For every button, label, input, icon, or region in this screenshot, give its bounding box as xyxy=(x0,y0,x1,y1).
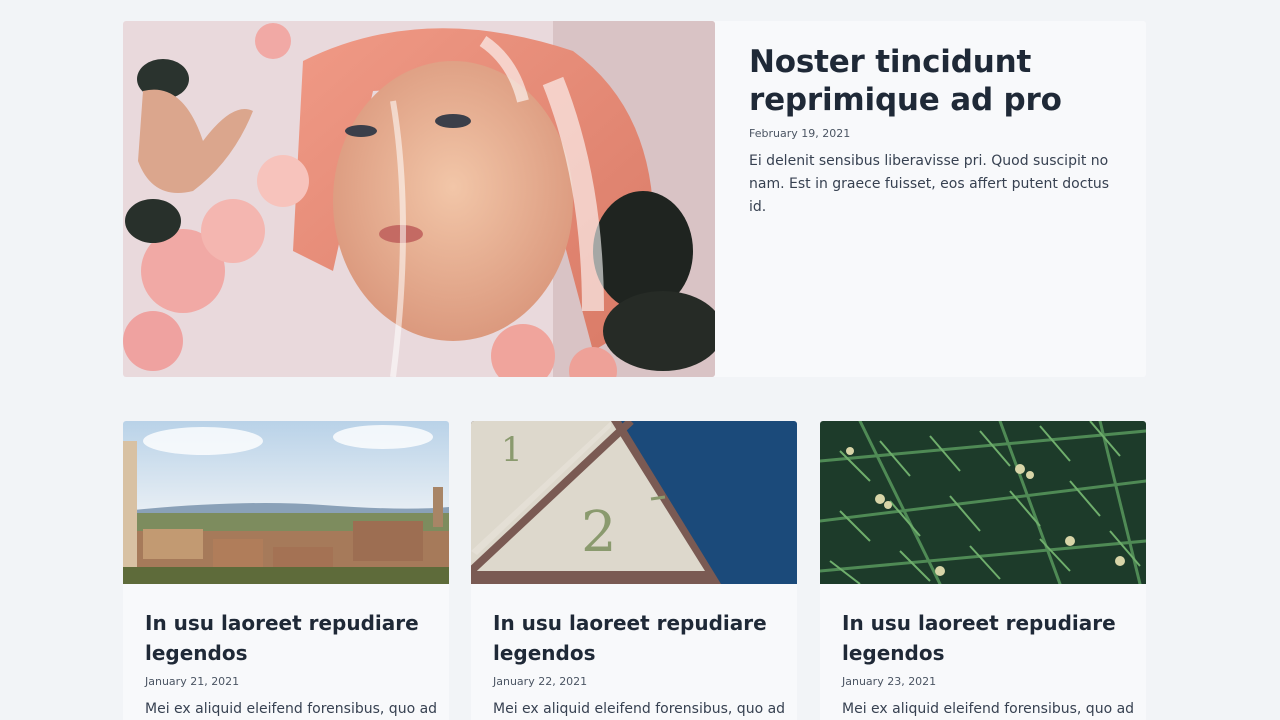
post-card[interactable]: In usu laoreet repudiare legendos Januar… xyxy=(123,421,449,720)
post-card-excerpt: Mei ex aliquid eleifend forensibus, quo … xyxy=(842,701,1135,717)
featured-post-body: Noster tincidunt reprimique ad pro Febru… xyxy=(715,21,1146,377)
portrait-photo xyxy=(123,21,715,377)
featured-post-excerpt: Ei delenit sensibus liberavisse pri. Quo… xyxy=(749,153,1110,215)
post-card-image[interactable] xyxy=(123,421,449,584)
featured-post[interactable]: Noster tincidunt reprimique ad pro Febru… xyxy=(123,21,1146,377)
post-card-title[interactable]: In usu laoreet repudiare legendos xyxy=(493,608,775,668)
town-landscape-photo xyxy=(123,421,449,584)
post-cards: In usu laoreet repudiare legendos Januar… xyxy=(123,421,1146,720)
post-card-title[interactable]: In usu laoreet repudiare legendos xyxy=(842,608,1124,668)
post-card-date: January 22, 2021 xyxy=(493,675,588,688)
featured-post-image[interactable] xyxy=(123,21,715,377)
post-card-title[interactable]: In usu laoreet repudiare legendos xyxy=(145,608,427,668)
post-card-date: January 21, 2021 xyxy=(145,675,240,688)
post-card-excerpt: Mei ex aliquid eleifend forensibus, quo … xyxy=(493,701,786,717)
post-card-date: January 23, 2021 xyxy=(842,675,937,688)
post-card-excerpt: Mei ex aliquid eleifend forensibus, quo … xyxy=(145,701,438,717)
blog-page: Noster tincidunt reprimique ad pro Febru… xyxy=(0,0,1280,720)
post-card[interactable]: In usu laoreet repudiare legendos Januar… xyxy=(820,421,1146,720)
post-card-image[interactable] xyxy=(820,421,1146,584)
svg-text:1: 1 xyxy=(501,430,523,470)
post-card-body: In usu laoreet repudiare legendos Januar… xyxy=(820,584,1146,720)
post-card-body: In usu laoreet repudiare legendos Januar… xyxy=(471,584,797,720)
post-card-image[interactable]: 2 1 xyxy=(471,421,797,584)
clock-face-photo: 2 1 xyxy=(471,421,797,584)
pine-branches-photo xyxy=(820,421,1146,584)
featured-post-date: February 19, 2021 xyxy=(749,127,851,140)
post-card[interactable]: 2 1 In usu laoreet repudiare legendos Ja… xyxy=(471,421,797,720)
post-card-body: In usu laoreet repudiare legendos Januar… xyxy=(123,584,449,720)
svg-text:2: 2 xyxy=(581,500,617,565)
featured-post-title[interactable]: Noster tincidunt reprimique ad pro xyxy=(749,43,1118,119)
